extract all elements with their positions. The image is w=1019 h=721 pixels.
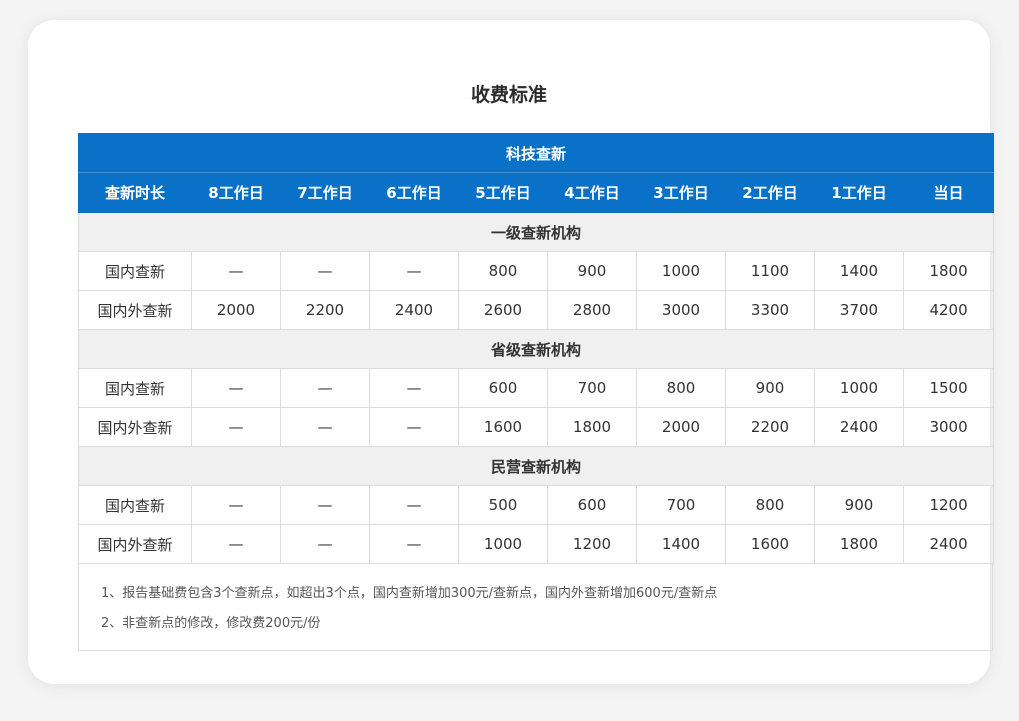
note-item: 1、报告基础费包含3个查新点，如超出3个点，国内查新增加300元/查新点，国内外… [101,586,718,601]
price-cell: 2400 [902,524,995,564]
column-header: 查新时长 [78,172,192,213]
price-cell: 3000 [902,407,995,447]
price-cell: 2000 [191,290,281,330]
price-cell: — [191,524,281,564]
price-cell: 1200 [902,485,995,525]
column-header-row: 查新时长 8工作日 7工作日 6工作日 5工作日 4工作日 3工作日 2工作日 … [78,172,995,213]
price-cell: 1800 [814,524,904,564]
price-cell: 1000 [458,524,548,564]
price-cell: — [369,251,459,291]
price-cell: 1100 [725,251,815,291]
price-cell: 700 [636,485,726,525]
price-cell: 2800 [547,290,637,330]
table-row: 国内查新 — — —800 900 1000 1100 1400 1800 [78,251,995,291]
table-body: 一级查新机构 国内查新 — — —800 900 1000 1100 1400 1800 国内外查新… [77,212,995,564]
row-label: 国内外查新 [78,524,192,564]
column-header: 6工作日 [369,172,459,213]
table-banner: 科技查新 [77,133,995,173]
table-row: 国内外查新 — — —1600 1800 2000 2200 2400 3000 [78,407,995,447]
price-cell: 2600 [458,290,548,330]
row-label: 国内外查新 [78,290,192,330]
price-cell: — [369,524,459,564]
group-title: 民营查新机构 [77,446,995,486]
price-cell: 1600 [458,407,548,447]
column-header: 3工作日 [636,172,726,213]
price-cell: 600 [458,368,548,408]
row-label: 国内查新 [78,368,192,408]
pricing-card: 收费标准 科技查新 查新时长 8工作日 7工作日 6工作日 5工作日 4工作日 … [28,20,995,684]
table-row: 国内查新 — — —600 700 800 900 1000 1500 [78,368,995,408]
price-cell: 2200 [280,290,370,330]
group-title: 一级查新机构 [77,212,995,252]
price-cell: 500 [458,485,548,525]
group-row: 民营查新机构 [77,446,995,486]
row-label: 国内查新 [78,251,192,291]
note-item: 2、非查新点的修改，修改费200元/份 [101,616,321,631]
pricing-table: 科技查新 查新时长 8工作日 7工作日 6工作日 5工作日 4工作日 3工作日 … [77,133,995,564]
price-cell: — [191,368,281,408]
price-cell: — [369,368,459,408]
column-header: 5工作日 [458,172,548,213]
price-cell: 3300 [725,290,815,330]
price-cell: — [280,524,370,564]
notes-section: 1、报告基础费包含3个查新点，如超出3个点，国内查新增加300元/查新点，国内外… [78,564,993,651]
price-cell: 1400 [814,251,904,291]
price-cell: 2200 [725,407,815,447]
page-title: 收费标准 [470,84,547,106]
row-label: 国内查新 [78,485,192,525]
table-row: 国内外查新 — — —1000 1200 1400 1600 1800 2400 [78,524,995,564]
column-header: 4工作日 [547,172,637,213]
price-cell: 1800 [547,407,637,447]
price-cell: 900 [814,485,904,525]
price-cell: 1200 [547,524,637,564]
price-cell: 3000 [636,290,726,330]
column-header: 1工作日 [814,172,904,213]
price-cell: — [191,251,281,291]
price-cell: 2400 [369,290,459,330]
price-cell: 1500 [902,368,995,408]
table-row: 国内查新 — — —500 600 700 800 900 1200 [78,485,995,525]
column-header: 当日 [902,172,995,213]
group-row: 一级查新机构 [77,212,995,252]
price-cell: 2400 [814,407,904,447]
price-cell: 900 [547,251,637,291]
price-cell: — [369,407,459,447]
column-header: 7工作日 [280,172,370,213]
price-cell: — [280,251,370,291]
price-cell: 2000 [636,407,726,447]
price-cell: — [191,407,281,447]
price-cell: 900 [725,368,815,408]
price-cell: — [369,485,459,525]
row-label: 国内外查新 [78,407,192,447]
price-cell: 1000 [636,251,726,291]
column-header: 8工作日 [191,172,281,213]
price-cell: — [280,485,370,525]
price-cell: 800 [458,251,548,291]
price-cell: 600 [547,485,637,525]
table-row: 国内外查新 2000 2200 2400 2600 2800 3000 3300 3700 420… [78,290,995,330]
group-row: 省级查新机构 [77,329,995,369]
price-cell: 700 [547,368,637,408]
pricing-table-wrap: 科技查新 查新时长 8工作日 7工作日 6工作日 5工作日 4工作日 3工作日 … [77,133,995,651]
price-cell: — [191,485,281,525]
price-cell: 3700 [814,290,904,330]
price-cell: 1800 [902,251,995,291]
price-cell: 1400 [636,524,726,564]
price-cell: 800 [725,485,815,525]
price-cell: 1000 [814,368,904,408]
group-title: 省级查新机构 [77,329,995,369]
price-cell: — [280,407,370,447]
price-cell: — [280,368,370,408]
price-cell: 4200 [902,290,995,330]
price-cell: 1600 [725,524,815,564]
column-header: 2工作日 [725,172,815,213]
price-cell: 800 [636,368,726,408]
